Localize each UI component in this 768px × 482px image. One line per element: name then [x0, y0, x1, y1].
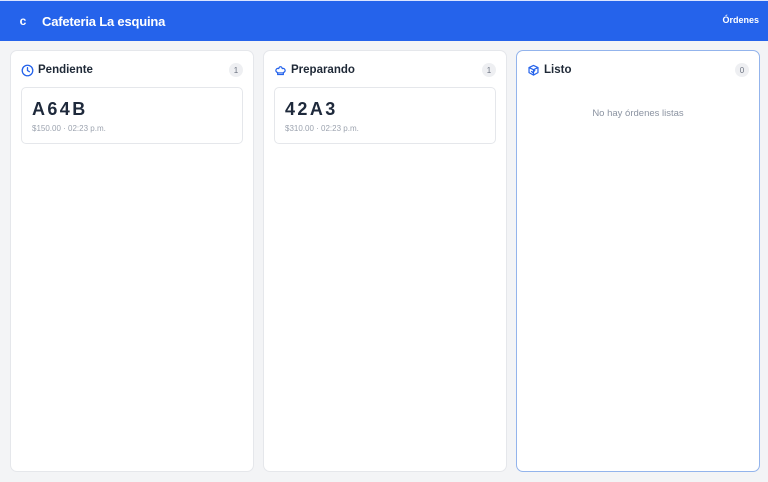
chef-hat-icon	[274, 64, 287, 77]
app-logo[interactable]: c	[11, 9, 35, 33]
column-listo: Listo 0 No hay órdenes listas	[516, 50, 760, 472]
column-title: Preparando	[291, 64, 355, 76]
order-code: A64B	[32, 99, 88, 119]
column-header: Pendiente 1	[21, 62, 243, 78]
nav-link-orders[interactable]: Órdenes	[722, 15, 759, 25]
orders-board: Pendiente 1 A64B $150.00 · 02:23 p.m. Pr…	[10, 50, 760, 473]
package-check-icon	[527, 64, 540, 77]
order-card[interactable]: A64B $150.00 · 02:23 p.m.	[21, 87, 243, 144]
clock-icon	[21, 64, 34, 77]
empty-state-text: No hay órdenes listas	[592, 108, 684, 119]
column-title: Listo	[544, 64, 572, 76]
top-bar: c Cafeteria La esquina Órdenes	[0, 0, 768, 41]
order-code: 42A3	[285, 99, 338, 119]
count-badge: 1	[482, 63, 496, 77]
column-preparando: Preparando 1 42A3 $310.00 · 02:23 p.m.	[263, 50, 507, 472]
count-badge: 0	[735, 63, 749, 77]
order-card[interactable]: 42A3 $310.00 · 02:23 p.m.	[274, 87, 496, 144]
column-header: Preparando 1	[274, 62, 496, 78]
count-badge: 1	[229, 63, 243, 77]
column-header: Listo 0	[527, 62, 749, 78]
column-pendiente: Pendiente 1 A64B $150.00 · 02:23 p.m.	[10, 50, 254, 472]
order-meta: $150.00 · 02:23 p.m.	[32, 124, 106, 133]
order-meta: $310.00 · 02:23 p.m.	[285, 124, 359, 133]
column-title: Pendiente	[38, 64, 93, 76]
app-title: Cafeteria La esquina	[42, 13, 166, 29]
